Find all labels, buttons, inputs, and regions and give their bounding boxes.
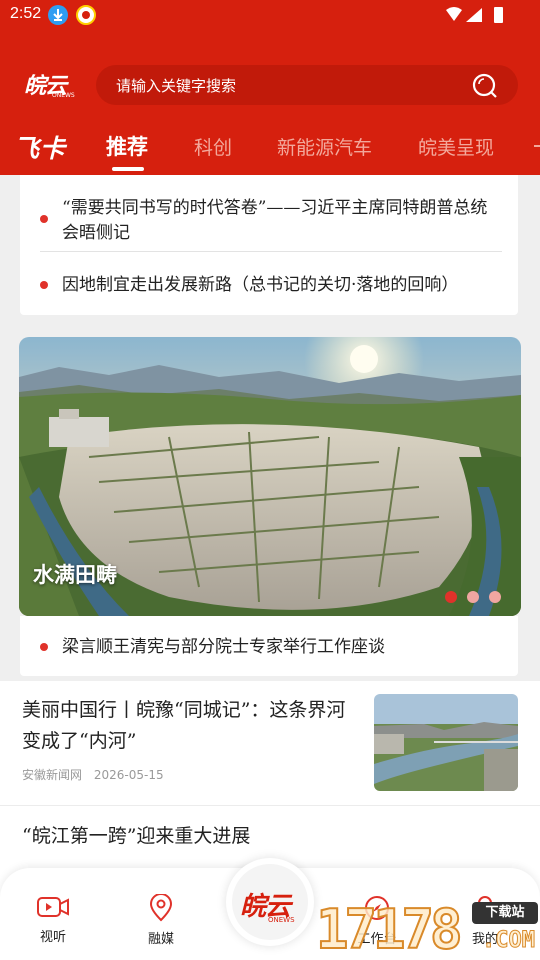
featured-banner[interactable]: 水满田畴 xyxy=(19,337,521,616)
article-title: 美丽中国行丨皖豫“同城记”：这条界河变成了“内河” xyxy=(22,699,346,752)
tab-new-energy-vehicles[interactable]: 新能源汽车 xyxy=(277,133,372,160)
article-meta: 安徽新闻网 2026-05-15 xyxy=(22,766,164,783)
bullet-dot xyxy=(40,643,48,651)
tab-recommended[interactable]: 推荐 xyxy=(106,131,148,161)
carousel-dot-active[interactable] xyxy=(445,591,457,603)
article-thumbnail xyxy=(374,694,518,791)
app-header: 2:52 皖云 ONEWS 请输入关键字搜索 飞卡 推荐 科创 新能源汽车 皖美… xyxy=(0,0,540,175)
download-notification-icon xyxy=(48,5,68,25)
nav-item-video[interactable]: 视听 xyxy=(18,894,88,945)
category-tabs: 飞卡 推荐 科创 新能源汽车 皖美呈现 xyxy=(0,125,540,171)
nav-item-media[interactable]: 融媒 xyxy=(126,894,196,947)
tab-tech-innovation[interactable]: 科创 xyxy=(194,133,232,160)
status-bar: 2:52 xyxy=(0,0,540,30)
user-icon xyxy=(473,896,497,921)
compass-icon xyxy=(365,896,389,920)
carousel-dot[interactable] xyxy=(467,591,479,603)
headline-item[interactable]: 因地制宜走出发展新路（总书记的关切·落地的回响） xyxy=(62,273,502,298)
status-icons xyxy=(446,7,503,23)
banner-title: 水满田畴 xyxy=(33,562,117,587)
headline-item[interactable]: “需要共同书写的时代答卷”——习近平主席同特朗普总统会晤侧记 xyxy=(62,196,502,246)
article-title: “皖江第一跨”迎来重大进展 xyxy=(22,825,251,847)
headline-card: “需要共同书写的时代答卷”——习近平主席同特朗普总统会晤侧记 因地制宜走出发展新… xyxy=(20,175,518,315)
nav-item-workbench[interactable]: 工作台 xyxy=(342,894,412,947)
article-source: 安徽新闻网 xyxy=(22,768,83,782)
news-ticker-card: 梁言顺王清宪与部分院士专家举行工作座谈 xyxy=(20,616,518,676)
app-logo: 皖云 ONEWS xyxy=(24,73,75,99)
article-date: 2026-05-15 xyxy=(93,768,164,782)
news-ticker-item[interactable]: 梁言顺王清宪与部分院士专家举行工作座谈 xyxy=(62,635,502,660)
article-item[interactable]: 美丽中国行丨皖豫“同城记”：这条界河变成了“内河” 安徽新闻网 2026-05-… xyxy=(0,681,540,805)
active-tab-indicator xyxy=(112,167,144,171)
bottom-navigation: 视听 融媒 皖云 ONEWS 工作台 我的 xyxy=(0,858,540,960)
bullet-dot xyxy=(40,281,48,289)
divider xyxy=(40,251,502,252)
tab-anhui-beauty[interactable]: 皖美呈现 xyxy=(418,133,494,160)
center-logo-subtext: ONEWS xyxy=(268,916,295,924)
search-placeholder: 请输入关键字搜索 xyxy=(116,77,237,95)
nav-item-profile[interactable]: 我的 xyxy=(450,894,520,947)
nav-label: 我的 xyxy=(471,932,498,947)
tab-overflow-indicator xyxy=(534,145,540,147)
video-icon xyxy=(37,897,69,917)
nav-center-home-button[interactable]: 皖云 ONEWS xyxy=(226,858,314,946)
tab-feika[interactable]: 飞卡 xyxy=(14,129,66,165)
carousel-dot[interactable] xyxy=(489,591,501,603)
search-icon[interactable] xyxy=(472,73,498,99)
nav-label: 工作台 xyxy=(357,932,397,947)
nav-label: 视听 xyxy=(39,930,66,945)
nav-label: 融媒 xyxy=(147,932,174,947)
location-pin-icon xyxy=(149,894,173,922)
bullet-dot xyxy=(40,215,48,223)
search-input[interactable]: 请输入关键字搜索 xyxy=(96,65,518,105)
app-notification-icon xyxy=(76,5,96,25)
status-time: 2:52 xyxy=(10,5,42,22)
